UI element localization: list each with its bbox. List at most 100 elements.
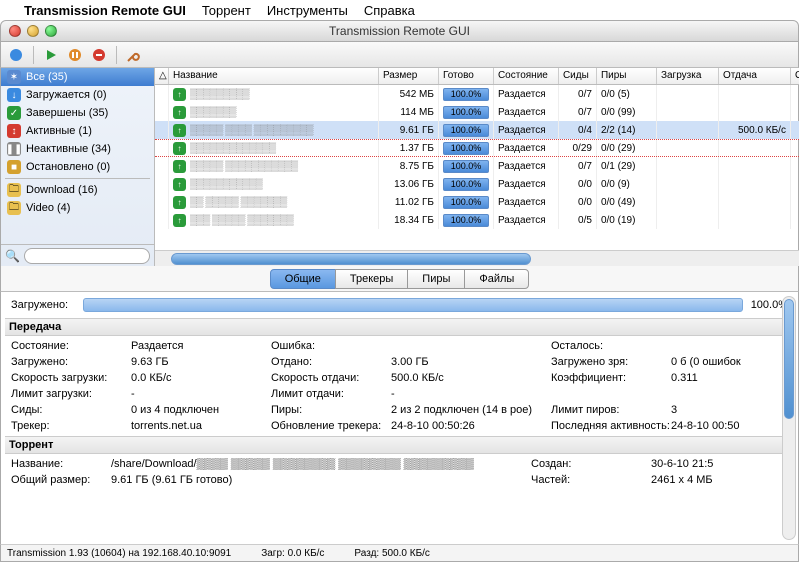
cell-size: 9.61 ГБ bbox=[379, 121, 439, 139]
dllimit-v: - bbox=[131, 388, 135, 400]
seed-icon: ↑ bbox=[173, 178, 186, 191]
table-row[interactable]: ↑▒▒▒▒▒▒▒▒▒▒▒▒▒ 1.37 ГБ 100.0% Раздается … bbox=[155, 139, 799, 157]
tab-files[interactable]: Файлы bbox=[464, 269, 529, 289]
menu-torrent[interactable]: Торрент bbox=[202, 3, 251, 18]
sidebar-filter[interactable]: ❚❚Неактивные (34) bbox=[1, 140, 154, 158]
menu-tools[interactable]: Инструменты bbox=[267, 3, 348, 18]
table-row[interactable]: ↑▒▒▒▒▒ ▒▒▒▒▒▒▒▒▒▒▒ 8.75 ГБ 100.0% Раздае… bbox=[155, 157, 799, 175]
cell-done: 100.0% bbox=[439, 85, 494, 103]
horizontal-scrollbar[interactable] bbox=[155, 250, 799, 266]
cell-done: 100.0% bbox=[439, 157, 494, 175]
peers-v: 2 из 2 подключен (14 в рое) bbox=[391, 404, 532, 416]
table-row[interactable]: ↑▒▒▒▒▒▒▒ 114 МБ 100.0% Раздается 0/7 0/0… bbox=[155, 103, 799, 121]
seeds-v: 0 из 4 подключен bbox=[131, 404, 219, 416]
seed-icon: ↑ bbox=[173, 106, 186, 119]
totsize-k: Общий размер: bbox=[11, 474, 111, 486]
window-title: Transmission Remote GUI bbox=[1, 24, 798, 38]
cell-dl bbox=[657, 140, 719, 156]
state-label: Состояние: bbox=[11, 340, 131, 352]
uploaded-v: 3.00 ГБ bbox=[391, 356, 429, 368]
col-extra[interactable]: О bbox=[791, 68, 799, 84]
torrent-name: ▒▒ ▒▒▒▒▒ ▒▒▒▒▒▒▒ bbox=[190, 197, 287, 208]
ratio-v: 0.311 bbox=[671, 372, 698, 384]
remaining-label: Осталось: bbox=[551, 340, 671, 352]
tab-peers[interactable]: Пиры bbox=[407, 269, 465, 289]
cell-done: 100.0% bbox=[439, 175, 494, 193]
cell-dl bbox=[657, 103, 719, 121]
filter-label: Завершены (35) bbox=[26, 107, 108, 119]
cell-dl bbox=[657, 175, 719, 193]
cell-ul bbox=[719, 157, 791, 175]
cell-seeds: 0/29 bbox=[559, 140, 597, 156]
tab-trackers[interactable]: Трекеры bbox=[335, 269, 408, 289]
cell-size: 542 МБ bbox=[379, 85, 439, 103]
pause-icon[interactable] bbox=[66, 46, 84, 64]
col-sort[interactable]: △ bbox=[155, 68, 169, 84]
cell-state: Раздается bbox=[494, 121, 559, 139]
pieces-v: 2461 x 4 МБ bbox=[651, 474, 713, 486]
wrench-icon[interactable] bbox=[125, 46, 143, 64]
cell-seeds: 0/0 bbox=[559, 175, 597, 193]
tab-general[interactable]: Общие bbox=[270, 269, 336, 289]
cell-peers: 0/0 (19) bbox=[597, 211, 657, 229]
search-input[interactable] bbox=[24, 248, 150, 264]
torrent-name: ▒▒▒▒▒ ▒▒▒▒ ▒▒▒▒▒▒▒▒▒ bbox=[190, 125, 313, 136]
tracker-v: torrents.net.ua bbox=[131, 420, 202, 432]
cell-done: 100.0% bbox=[439, 193, 494, 211]
cell-size: 11.02 ГБ bbox=[379, 193, 439, 211]
cell-state: Раздается bbox=[494, 175, 559, 193]
col-seeds[interactable]: Сиды bbox=[559, 68, 597, 84]
sidebar-filter[interactable]: ↓Загружается (0) bbox=[1, 86, 154, 104]
column-headers: △ Название Размер Готово Состояние Сиды … bbox=[155, 68, 799, 85]
cell-ul bbox=[719, 140, 791, 156]
cell-peers: 0/0 (5) bbox=[597, 85, 657, 103]
cell-peers: 0/0 (99) bbox=[597, 103, 657, 121]
cell-size: 8.75 ГБ bbox=[379, 157, 439, 175]
cell-peers: 0/0 (9) bbox=[597, 175, 657, 193]
col-name[interactable]: Название bbox=[169, 68, 379, 84]
cell-state: Раздается bbox=[494, 157, 559, 175]
table-row[interactable]: ↑▒▒▒▒▒ ▒▒▒▒ ▒▒▒▒▒▒▒▒▒ 9.61 ГБ 100.0% Раз… bbox=[155, 121, 799, 139]
col-upload[interactable]: Отдача bbox=[719, 68, 791, 84]
separator bbox=[33, 46, 34, 64]
sidebar-filter[interactable]: ✶Все (35) bbox=[1, 68, 154, 86]
ullimit-k: Лимит отдачи: bbox=[271, 388, 391, 400]
sidebar-filter[interactable]: ✓Завершены (35) bbox=[1, 104, 154, 122]
table-row[interactable]: ↑▒▒▒ ▒▒▒▒▒ ▒▒▒▒▒▒▒ 18.34 ГБ 100.0% Разда… bbox=[155, 211, 799, 229]
col-size[interactable]: Размер bbox=[379, 68, 439, 84]
torrent-name: ▒▒▒ ▒▒▒▒▒ ▒▒▒▒▒▒▒ bbox=[190, 215, 293, 226]
section-transfer: Передача bbox=[5, 318, 794, 336]
dllimit-k: Лимит загрузки: bbox=[11, 388, 131, 400]
table-row[interactable]: ↑▒▒ ▒▒▒▒▒ ▒▒▒▒▒▒▒ 11.02 ГБ 100.0% Раздае… bbox=[155, 193, 799, 211]
col-download[interactable]: Загрузка bbox=[657, 68, 719, 84]
downloaded-progress bbox=[83, 298, 743, 312]
cell-state: Раздается bbox=[494, 140, 559, 156]
sidebar-filter[interactable]: ↕Активные (1) bbox=[1, 122, 154, 140]
menu-help[interactable]: Справка bbox=[364, 3, 415, 18]
name-k: Название: bbox=[11, 458, 111, 470]
app-menu[interactable]: Transmission Remote GUI bbox=[24, 3, 186, 18]
filter-icon: ✶ bbox=[7, 70, 21, 84]
table-row[interactable]: ↑▒▒▒▒▒▒▒▒▒▒▒ 13.06 ГБ 100.0% Раздается 0… bbox=[155, 175, 799, 193]
search-icon: 🔍 bbox=[5, 249, 20, 263]
connect-icon[interactable] bbox=[7, 46, 25, 64]
sidebar-folder[interactable]: 🗀Download (16) bbox=[1, 181, 154, 199]
remove-icon[interactable] bbox=[90, 46, 108, 64]
section-torrent: Торрент bbox=[5, 436, 794, 454]
sidebar: ✶Все (35)↓Загружается (0)✓Завершены (35)… bbox=[1, 68, 155, 266]
table-row[interactable]: ↑▒▒▒▒▒▒▒▒▒ 542 МБ 100.0% Раздается 0/7 0… bbox=[155, 85, 799, 103]
col-state[interactable]: Состояние bbox=[494, 68, 559, 84]
col-peers[interactable]: Пиры bbox=[597, 68, 657, 84]
cell-seeds: 0/5 bbox=[559, 211, 597, 229]
sidebar-folder[interactable]: 🗀Video (4) bbox=[1, 199, 154, 217]
col-done[interactable]: Готово bbox=[439, 68, 494, 84]
sidebar-filter[interactable]: ■Остановлено (0) bbox=[1, 158, 154, 176]
detail-tabs: Общие Трекеры Пиры Файлы bbox=[0, 266, 799, 292]
play-icon[interactable] bbox=[42, 46, 60, 64]
downloaded-v: 9.63 ГБ bbox=[131, 356, 169, 368]
cell-done: 100.0% bbox=[439, 140, 494, 156]
vertical-scrollbar[interactable] bbox=[782, 296, 796, 540]
folder-label: Download (16) bbox=[26, 184, 98, 196]
cell-done: 100.0% bbox=[439, 103, 494, 121]
cell-ul bbox=[719, 211, 791, 229]
